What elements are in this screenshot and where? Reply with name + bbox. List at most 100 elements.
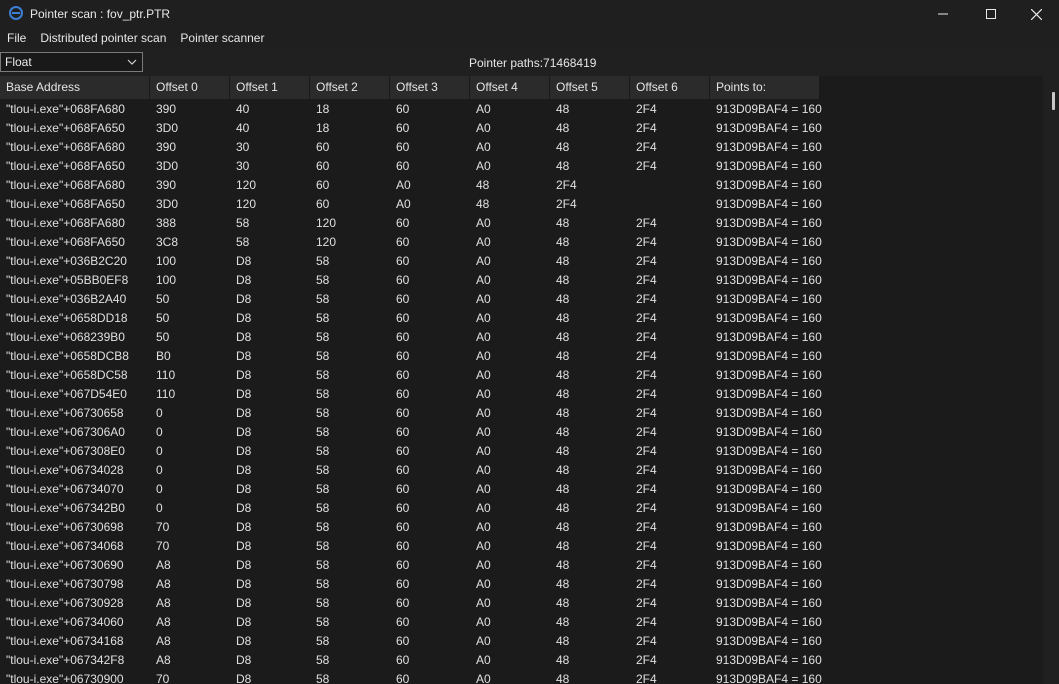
table-row[interactable]: "tlou-i.exe"+0658DD18 50 D8 58 60 A0 48 2F4 913D…	[0, 309, 822, 328]
table-row[interactable]: "tlou-i.exe"+067342F8 A8 D8 58 60 A0 48 2F4 913D…	[0, 651, 822, 670]
column-header-offset-4[interactable]: Offset 4	[470, 76, 550, 99]
table-row[interactable]: "tlou-i.exe"+068FA680 390 40 18 60 A0 48 2F4 913…	[0, 100, 822, 119]
table-row[interactable]: "tlou-i.exe"+068FA680 390 120 60 A0 48 2F4 913D…	[0, 176, 822, 195]
table-row[interactable]: "tlou-i.exe"+068239B0 50 D8 58 60 A0 48 2F4 913D…	[0, 328, 822, 347]
table-row[interactable]: "tlou-i.exe"+06734070 0 D8 58 60 A0 48 2F4 913D0…	[0, 480, 822, 499]
cell-offset-5: 48	[556, 273, 570, 287]
cell-offset-3: 60	[396, 520, 410, 534]
table-row[interactable]: "tlou-i.exe"+067342B0 0 D8 58 60 A0 48 2F4 913D0…	[0, 499, 822, 518]
cell-base-address: "tlou-i.exe"+067D54E0	[6, 387, 127, 401]
cell-points-to: 913D09BAF4 = 160	[716, 121, 822, 135]
table-row[interactable]: "tlou-i.exe"+036B2C20 100 D8 58 60 A0 48 2F4 913…	[0, 252, 822, 271]
cell-offset-1: D8	[236, 292, 252, 306]
table-row[interactable]: "tlou-i.exe"+0658DCB8 B0 D8 58 60 A0 48 2F4 913D…	[0, 347, 822, 366]
column-header-offset-1[interactable]: Offset 1	[230, 76, 310, 99]
column-header-offset-6[interactable]: Offset 6	[630, 76, 710, 99]
menu-distributed-pointer-scan[interactable]: Distributed pointer scan	[33, 28, 173, 49]
cell-offset-6: 2F4	[636, 539, 657, 553]
column-header-offset-3[interactable]: Offset 3	[390, 76, 470, 99]
table-row[interactable]: "tlou-i.exe"+068FA650 3D0 120 60 A0 48 2F4 913D…	[0, 195, 822, 214]
table-row[interactable]: "tlou-i.exe"+06730690 A8 D8 58 60 A0 48 2F4 913D…	[0, 556, 822, 575]
value-type-select[interactable]: Float	[0, 52, 143, 72]
cell-offset-1: D8	[236, 444, 252, 458]
cell-points-to: 913D09BAF4 = 160	[716, 273, 822, 287]
cell-offset-1: D8	[236, 615, 252, 629]
minimize-button[interactable]	[920, 0, 966, 28]
cell-offset-2: 58	[316, 273, 330, 287]
maximize-button[interactable]	[968, 0, 1014, 28]
cell-offset-5: 48	[556, 102, 570, 116]
column-header-offset-5[interactable]: Offset 5	[550, 76, 630, 99]
cell-offset-1: 58	[236, 235, 250, 249]
cell-offset-5: 48	[556, 330, 570, 344]
cell-offset-5: 48	[556, 653, 570, 667]
table-row[interactable]: "tlou-i.exe"+05BB0EF8 100 D8 58 60 A0 48 2F4 913…	[0, 271, 822, 290]
cell-offset-4: A0	[476, 482, 491, 496]
column-header-base-address[interactable]: Base Address	[0, 76, 150, 99]
table-row[interactable]: "tlou-i.exe"+06734028 0 D8 58 60 A0 48 2F4 913D0…	[0, 461, 822, 480]
cell-offset-5: 48	[556, 406, 570, 420]
table-row[interactable]: "tlou-i.exe"+06730798 A8 D8 58 60 A0 48 2F4 913D…	[0, 575, 822, 594]
cell-base-address: "tlou-i.exe"+068FA650	[6, 121, 125, 135]
cell-base-address: "tlou-i.exe"+06734028	[6, 463, 124, 477]
table-row[interactable]: "tlou-i.exe"+067D54E0 110 D8 58 60 A0 48 2F4 913…	[0, 385, 822, 404]
cell-offset-0: 3C8	[156, 235, 179, 249]
table-row[interactable]: "tlou-i.exe"+068FA650 3D0 30 60 60 A0 48 2F4 913…	[0, 157, 822, 176]
table-row[interactable]: "tlou-i.exe"+068FA650 3D0 40 18 60 A0 48 2F4 913…	[0, 119, 822, 138]
close-button[interactable]	[1013, 0, 1059, 28]
table-row[interactable]: "tlou-i.exe"+06730928 A8 D8 58 60 A0 48 2F4 913D…	[0, 594, 822, 613]
cell-offset-1: 120	[236, 197, 257, 211]
cell-offset-6: 2F4	[636, 463, 657, 477]
cell-offset-2: 58	[316, 463, 330, 477]
cell-offset-6: 2F4	[636, 520, 657, 534]
cell-offset-4: A0	[476, 406, 491, 420]
app-icon	[9, 6, 23, 20]
table-row[interactable]: "tlou-i.exe"+06734168 A8 D8 58 60 A0 48 2F4 913D…	[0, 632, 822, 651]
table-row[interactable]: "tlou-i.exe"+06730658 0 D8 58 60 A0 48 2F4 913D0…	[0, 404, 822, 423]
table-row[interactable]: "tlou-i.exe"+067308E0 0 D8 58 60 A0 48 2F4 913D0…	[0, 442, 822, 461]
table-row[interactable]: "tlou-i.exe"+068FA680 390 30 60 60 A0 48 2F4 913…	[0, 138, 822, 157]
table-row[interactable]: "tlou-i.exe"+068FA680 388 58 120 60 A0 48 2F4 91…	[0, 214, 822, 233]
cell-points-to: 913D09BAF4 = 160	[716, 539, 822, 553]
table-row[interactable]: "tlou-i.exe"+06730698 70 D8 58 60 A0 48 2F4 913D…	[0, 518, 822, 537]
cell-offset-6: 2F4	[636, 330, 657, 344]
cell-offset-1: D8	[236, 425, 252, 439]
table-row[interactable]: "tlou-i.exe"+067306A0 0 D8 58 60 A0 48 2F4 913D0…	[0, 423, 822, 442]
maximize-icon	[986, 9, 996, 19]
cell-base-address: "tlou-i.exe"+06730900	[6, 672, 124, 684]
table-row[interactable]: "tlou-i.exe"+036B2A40 50 D8 58 60 A0 48 2F4 913D…	[0, 290, 822, 309]
column-header-points-to[interactable]: Points to:	[710, 76, 820, 99]
table-row[interactable]: "tlou-i.exe"+06734060 A8 D8 58 60 A0 48 2F4 913D…	[0, 613, 822, 632]
cell-offset-2: 120	[316, 235, 337, 249]
table-row[interactable]: "tlou-i.exe"+06734068 70 D8 58 60 A0 48 2F4 913D…	[0, 537, 822, 556]
cell-offset-1: D8	[236, 463, 252, 477]
cell-offset-3: 60	[396, 577, 410, 591]
value-type-select-value: Float	[5, 55, 32, 69]
cell-offset-2: 58	[316, 425, 330, 439]
menu-pointer-scanner[interactable]: Pointer scanner	[173, 28, 271, 49]
vertical-scrollbar[interactable]	[1043, 76, 1059, 684]
cell-offset-0: 50	[156, 311, 170, 325]
menu-file[interactable]: File	[0, 28, 33, 49]
cell-offset-5: 48	[556, 425, 570, 439]
cell-offset-3: 60	[396, 311, 410, 325]
table-row[interactable]: "tlou-i.exe"+0658DC58 110 D8 58 60 A0 48 2F4 913…	[0, 366, 822, 385]
table-row[interactable]: "tlou-i.exe"+06730900 70 D8 58 60 A0 48 2F4 913D…	[0, 670, 822, 684]
cell-offset-2: 58	[316, 596, 330, 610]
cell-offset-5: 48	[556, 520, 570, 534]
cell-offset-1: 30	[236, 159, 250, 173]
cell-offset-4: A0	[476, 596, 491, 610]
cell-offset-1: D8	[236, 482, 252, 496]
cell-offset-0: 3D0	[156, 159, 179, 173]
column-header-offset-0[interactable]: Offset 0	[150, 76, 230, 99]
cell-offset-0: 70	[156, 539, 170, 553]
cell-offset-4: 48	[476, 197, 490, 211]
cell-offset-6: 2F4	[636, 368, 657, 382]
cell-offset-3: 60	[396, 539, 410, 553]
scrollbar-thumb[interactable]	[1052, 92, 1055, 110]
column-header-offset-2[interactable]: Offset 2	[310, 76, 390, 99]
cell-offset-5: 48	[556, 444, 570, 458]
cell-offset-3: 60	[396, 672, 410, 684]
table-row[interactable]: "tlou-i.exe"+068FA650 3C8 58 120 60 A0 48 2F4 91…	[0, 233, 822, 252]
cell-base-address: "tlou-i.exe"+067306A0	[6, 425, 125, 439]
